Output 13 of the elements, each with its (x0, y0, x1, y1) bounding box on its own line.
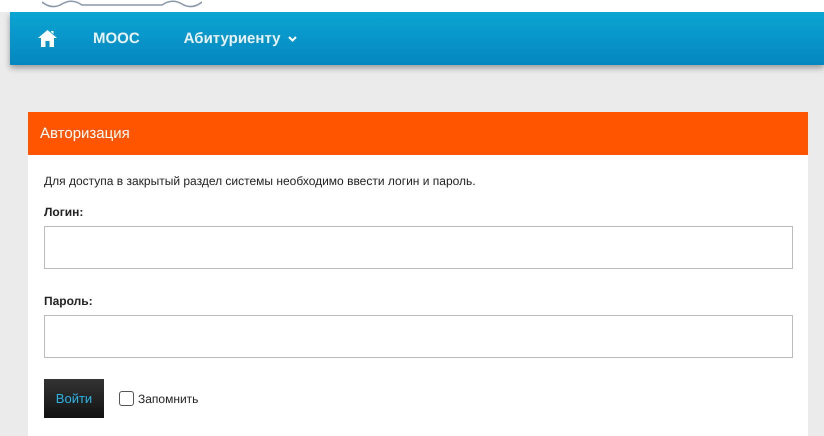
chevron-down-icon (288, 36, 297, 42)
field-label: Логин: (44, 205, 84, 219)
nav-dropdown[interactable]: Абитуриенту (184, 30, 297, 47)
input-field[interactable] (44, 315, 793, 358)
login-button[interactable]: Войти (44, 379, 104, 418)
remember-label: Запомнить (138, 392, 198, 406)
nav-link[interactable]: МООС (93, 30, 140, 47)
intro-text: Для доступа в закрытый раздел системы необходимо ввести логин и пароль. (44, 173, 477, 188)
remember-checkbox[interactable] (119, 391, 134, 406)
panel-title: Авторизация (28, 112, 808, 155)
home-icon[interactable] (38, 30, 57, 47)
input-field[interactable] (44, 226, 793, 269)
field-label: Пароль: (44, 294, 94, 308)
